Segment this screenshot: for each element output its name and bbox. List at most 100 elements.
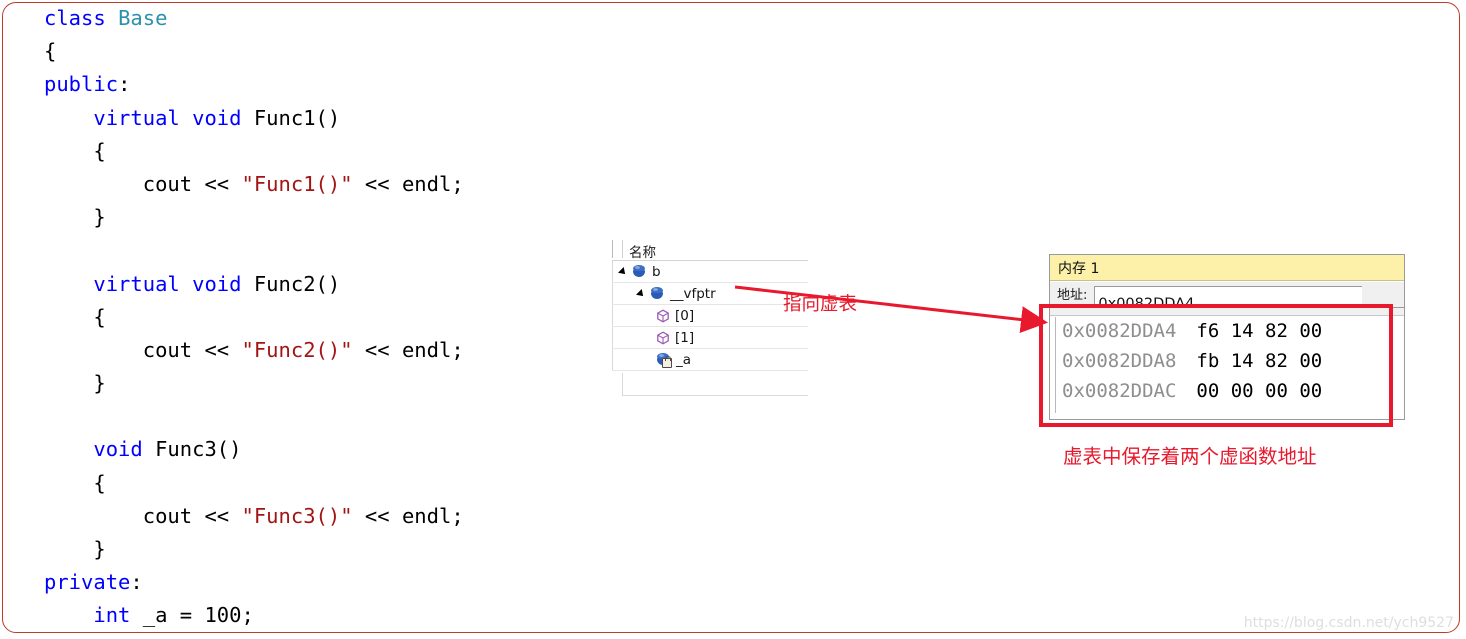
watch-variables-panel[interactable]: 名称 b __vfptr [0] [1] _a [612,238,808,396]
code-token: cout << [44,503,242,528]
code-editor[interactable]: class Base{public: virtual void Func1() … [44,2,604,639]
purple-hex-icon [656,308,670,323]
watch-row-label: b [652,263,661,280]
code-token: class [44,6,119,30]
blue-cube-lock-icon [656,353,672,368]
watch-column-name-header: 名称 [629,245,656,261]
code-line: void Func3() [44,433,604,466]
code-line: public: [44,68,604,101]
expander-triangle-icon[interactable] [636,288,646,299]
code-token: Func1() [253,105,341,130]
row-separator [612,349,613,370]
code-token: } [44,205,106,230]
code-token: private [44,570,131,595]
row-separator [612,327,613,348]
code-token: { [44,470,106,495]
memory-gutter-separator [1055,317,1056,413]
code-token: int [93,603,143,628]
code-line: } [44,201,604,234]
code-token: cout << [44,171,242,196]
memory-row[interactable]: 0x0082DDA8 fb 14 82 00 [1062,350,1322,372]
annotation-vtable-holds-two-addresses: 虚表中保存着两个虚函数地址 [1063,445,1317,468]
blue-cube-icon [650,287,665,300]
code-line: { [44,467,604,500]
watch-row[interactable]: __vfptr [612,283,808,305]
code-token: } [44,371,106,396]
memory-row-bytes: fb 14 82 00 [1196,350,1323,372]
code-line: virtual void Func2() [44,268,604,301]
code-token: << endl; [352,171,464,196]
memory-address-label: 地址: [1057,288,1088,303]
memory-row[interactable]: 0x0082DDAC 00 00 00 00 [1062,380,1322,402]
code-line: cout << "Func2()" << endl; [44,334,604,367]
code-line: private: [44,566,604,599]
code-line: } [44,533,604,566]
blue-cube-icon [632,265,647,278]
annotation-points-to-vtable: 指向虚表 [783,294,858,315]
code-token: public [44,72,119,97]
memory-row-bytes: f6 14 82 00 [1196,320,1323,342]
code-line: } [44,367,604,400]
code-token: void [93,437,156,462]
code-token: virtual void [93,105,254,130]
row-separator [612,283,613,304]
code-line: cout << "Func1()" << endl; [44,168,604,201]
watch-row[interactable]: b [612,261,808,283]
code-token: << endl; [352,337,464,362]
row-separator [612,305,613,326]
screenshot-root: class Base{public: virtual void Func1() … [0,0,1466,639]
code-token: { [44,39,57,64]
code-token: { [44,304,106,329]
column-separator [622,240,623,258]
code-line: { [44,135,604,168]
code-line: }; [44,633,604,639]
code-token: "Func1()" [241,171,353,196]
lock-icon [662,356,672,368]
code-line: { [44,35,604,68]
watch-row-label: [0] [675,307,695,324]
watermark-url: https://blog.csdn.net/ych9527 [1243,615,1454,631]
watch-row[interactable]: _a [612,349,808,371]
code-token: _a = 100; [142,603,254,628]
column-separator-left [612,240,613,258]
memory-row-bytes: 00 00 00 00 [1196,380,1323,402]
watch-empty-row[interactable] [622,373,808,396]
expander-triangle-icon[interactable] [618,266,628,277]
code-line: int _a = 100; [44,599,604,632]
purple-hex-icon [656,330,670,345]
watch-row-label: __vfptr [670,285,716,302]
memory-data-panel[interactable]: 0x0082DDA4 f6 14 82 00 0x0082DDA8 fb 14 82 … [1049,307,1405,420]
memory-row-address: 0x0082DDA4 [1062,320,1177,342]
code-token: "Func3()" [241,503,353,528]
code-line: virtual void Func1() [44,102,604,135]
code-token: : [130,570,143,595]
watch-row[interactable]: [1] [612,327,808,349]
code-token: : [118,72,131,97]
code-line: class Base [44,2,604,35]
code-token: virtual void [93,271,254,296]
memory-row-address: 0x0082DDAC [1062,380,1177,402]
row-separator [612,261,613,282]
memory-scroll-strip[interactable] [1050,308,1404,316]
code-token: } [44,537,106,561]
code-line: { [44,301,604,334]
watch-row-list: b __vfptr [0] [1] _a [612,261,808,371]
code-token: Func3() [155,437,242,462]
watch-row-label: [1] [675,329,695,346]
code-token: Base [118,6,168,30]
code-line: cout << "Func3()" << endl; [44,500,604,533]
watch-header-row: 名称 [612,238,808,261]
code-token: "Func2()" [241,337,353,362]
memory-row-address: 0x0082DDA8 [1062,350,1177,372]
code-token: << endl; [352,503,464,528]
watch-row[interactable]: [0] [612,305,808,327]
code-token: cout << [44,337,242,362]
memory-row[interactable]: 0x0082DDA4 f6 14 82 00 [1062,320,1322,342]
code-token: { [44,138,106,163]
